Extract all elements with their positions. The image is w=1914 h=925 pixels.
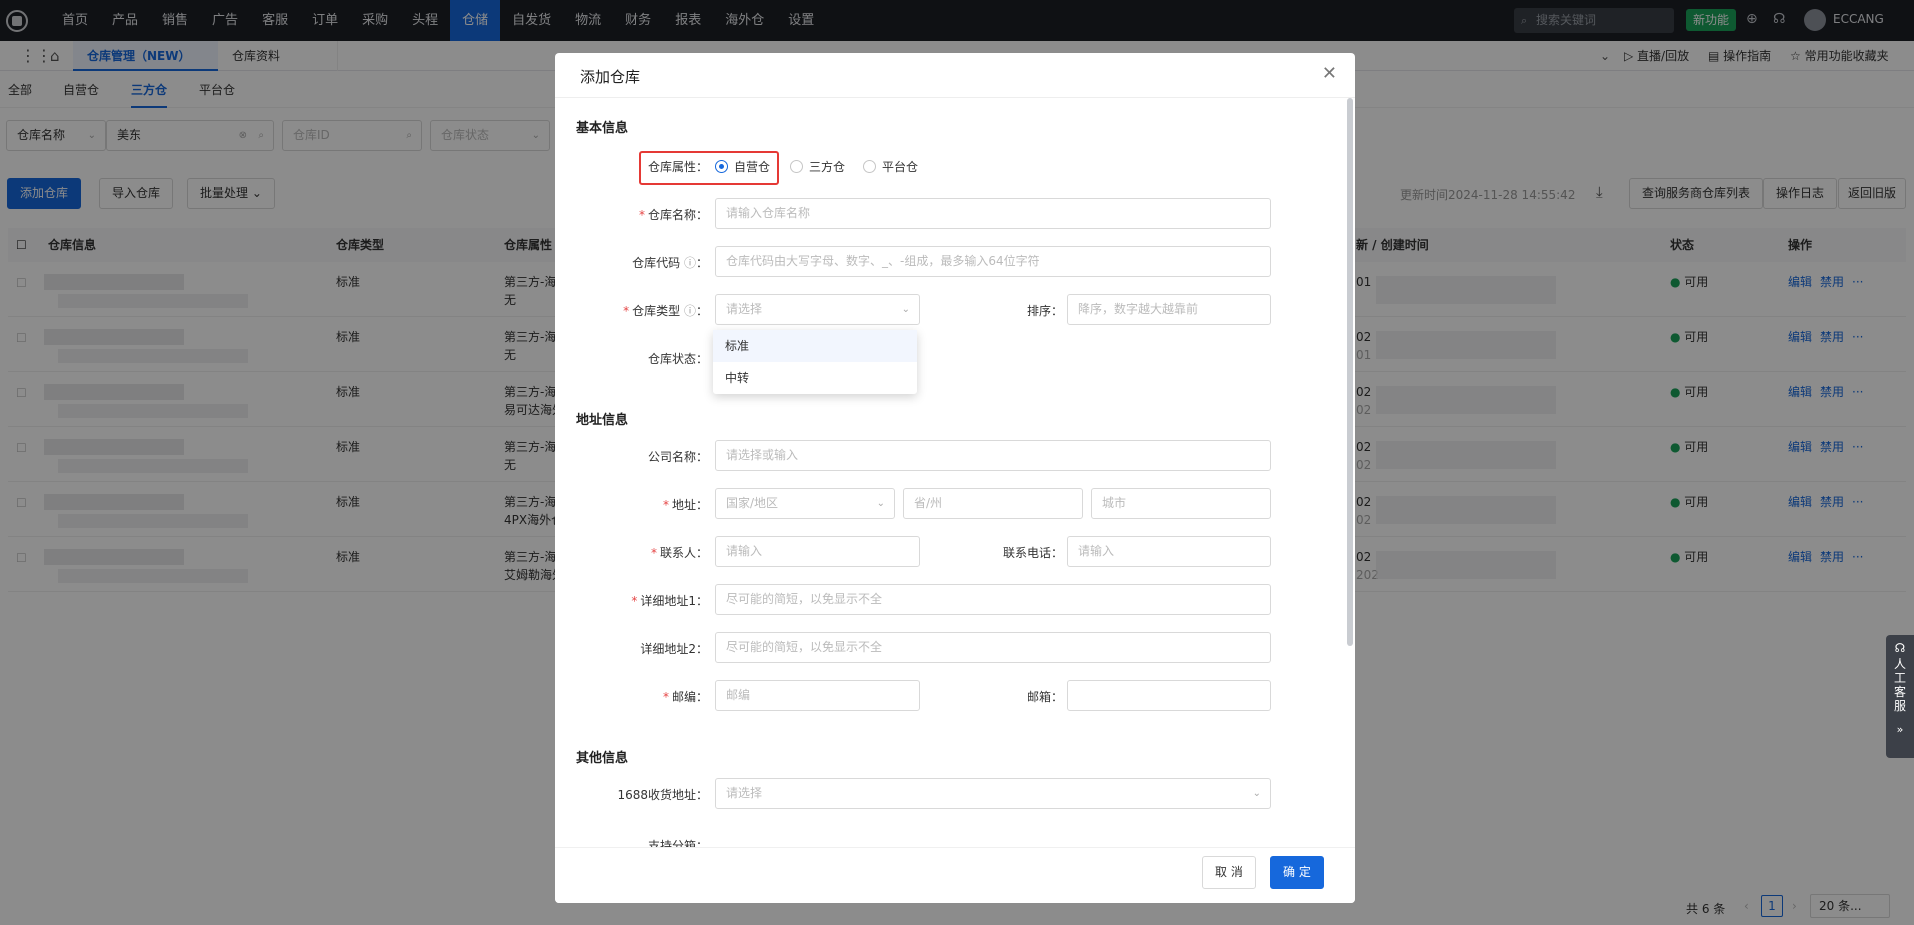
customer-service-widget[interactable]: ☊ 人工客服 » xyxy=(1886,635,1914,758)
label-type: * 仓库类型 ⓘ： xyxy=(623,304,708,318)
address1-input[interactable]: 尽可能的简短，以免显示不全 xyxy=(715,584,1271,615)
label-attr: 仓库属性： xyxy=(647,160,708,174)
chevron-down-icon: ⌄ xyxy=(1252,788,1261,799)
warehouse-type-dropdown: 标准 中转 xyxy=(713,330,917,394)
modal-scrollbar[interactable] xyxy=(1347,98,1353,646)
label-address2: 详细地址2： xyxy=(640,642,708,656)
alibaba-address-select[interactable]: 请选择 ⌄ xyxy=(715,778,1271,809)
zip-input[interactable]: 邮编 xyxy=(715,680,920,711)
warehouse-type-select[interactable]: 请选择 ⌄ xyxy=(715,294,920,325)
customer-service-label: 人工客服 xyxy=(1893,657,1906,713)
dropdown-option-standard[interactable]: 标准 xyxy=(713,330,917,362)
section-other: 其他信息 xyxy=(576,751,629,766)
radio-unchecked xyxy=(863,160,876,173)
address2-input[interactable]: 尽可能的简短，以免显示不全 xyxy=(715,632,1271,663)
label-phone: 联系电话： xyxy=(1002,546,1063,560)
help-icon[interactable]: ⓘ xyxy=(684,256,696,270)
double-chevron-icon[interactable]: » xyxy=(1886,723,1914,737)
help-icon[interactable]: ⓘ xyxy=(684,304,696,318)
radio-unchecked xyxy=(790,160,803,173)
contact-input[interactable]: 请输入 xyxy=(715,536,920,567)
email-input[interactable] xyxy=(1067,680,1271,711)
section-address: 地址信息 xyxy=(576,413,629,428)
state-input[interactable]: 省/州 xyxy=(903,488,1083,519)
label-status: 仓库状态： xyxy=(647,352,708,366)
warehouse-code-input[interactable]: 仓库代码由大写字母、数字、_、-组成，最多输入64位字符 xyxy=(715,246,1271,277)
confirm-button[interactable]: 确 定 xyxy=(1270,856,1324,889)
label-address1: * 详细地址1： xyxy=(631,594,708,608)
section-basic: 基本信息 xyxy=(576,121,629,136)
radio-platform[interactable]: 平台仓 xyxy=(863,158,918,175)
radio-self-warehouse[interactable]: 自营仓 xyxy=(715,158,770,175)
cancel-button[interactable]: 取 消 xyxy=(1202,856,1256,889)
warehouse-name-input[interactable]: 请输入仓库名称 xyxy=(715,198,1271,229)
country-select[interactable]: 国家/地区 ⌄ xyxy=(715,488,895,519)
label-contact: * 联系人： xyxy=(650,546,708,560)
add-warehouse-modal: 添加仓库 ✕ 基本信息 仓库属性： 自营仓 三方仓 平台仓 * 仓库名称： 请输入… xyxy=(555,53,1355,903)
radio-third-party[interactable]: 三方仓 xyxy=(790,158,845,175)
sort-input[interactable]: 降序，数字越大越靠前 xyxy=(1067,294,1271,325)
city-input[interactable]: 城市 xyxy=(1091,488,1271,519)
label-split: 支持分箱： xyxy=(647,839,708,847)
chevron-down-icon: ⌄ xyxy=(901,304,910,315)
label-1688: 1688收货地址： xyxy=(617,788,708,802)
label-name: * 仓库名称： xyxy=(638,208,708,222)
radio-checked xyxy=(715,160,728,173)
label-code: 仓库代码 ⓘ： xyxy=(632,256,708,270)
close-icon[interactable]: ✕ xyxy=(1322,63,1337,84)
label-email: 邮箱： xyxy=(1026,690,1063,704)
headset-icon: ☊ xyxy=(1894,641,1906,655)
modal-title: 添加仓库 xyxy=(555,53,1355,98)
dropdown-option-transfer[interactable]: 中转 xyxy=(713,362,917,394)
label-address: * 地址： xyxy=(662,498,708,512)
label-zip: * 邮编： xyxy=(662,690,708,704)
company-input[interactable]: 请选择或输入 xyxy=(715,440,1271,471)
chevron-down-icon: ⌄ xyxy=(876,498,885,509)
label-company: 公司名称： xyxy=(647,450,708,464)
label-sort: 排序： xyxy=(1026,304,1063,318)
phone-input[interactable]: 请输入 xyxy=(1067,536,1271,567)
